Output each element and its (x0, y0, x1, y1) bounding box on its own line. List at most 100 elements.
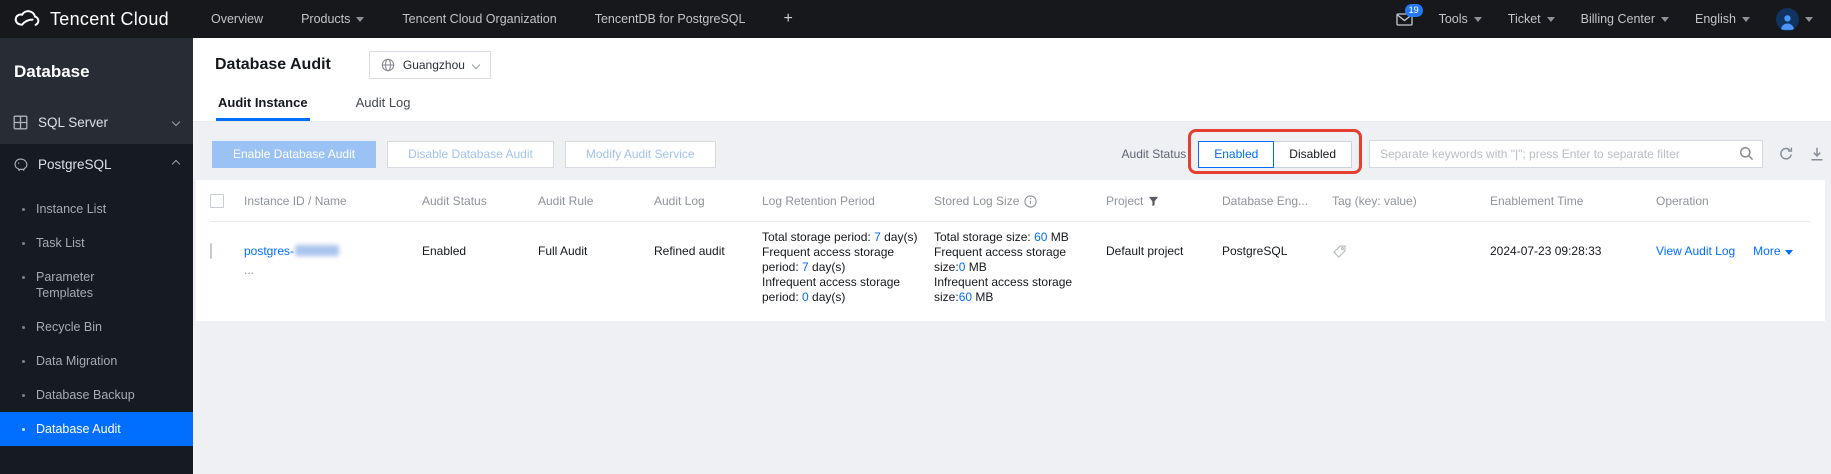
audit-log-cell: Refined audit (654, 244, 725, 258)
chevron-down-icon (171, 117, 181, 127)
sidebar-item-database-backup[interactable]: Database Backup (0, 378, 193, 412)
chevron-up-icon (171, 159, 181, 169)
audit-status-cell: Enabled (422, 244, 467, 258)
sidebar-item-instance-list[interactable]: Instance List (0, 192, 193, 226)
col-audit-log: Audit Log (654, 194, 705, 208)
chevron-down-icon (1661, 16, 1669, 22)
sidebar-item-task-list[interactable]: Task List (0, 226, 193, 260)
disable-database-audit-button[interactable]: Disable Database Audit (387, 140, 554, 168)
bullet-dot-icon (22, 242, 25, 245)
status-disabled-button[interactable]: Disabled (1273, 140, 1352, 168)
enablement-time-cell: 2024-07-23 09:28:33 (1490, 244, 1602, 258)
enable-database-audit-button[interactable]: Enable Database Audit (212, 140, 377, 168)
bullet-dot-icon (22, 428, 25, 431)
tab-audit-log[interactable]: Audit Log (354, 89, 413, 121)
masked-text (295, 245, 340, 256)
col-project: Project (1106, 180, 1222, 221)
col-audit-status: Audit Status (422, 194, 487, 208)
top-nav-tencentdb-postgresql[interactable]: TencentDB for PostgreSQL (595, 12, 746, 26)
tab-audit-instance[interactable]: Audit Instance (216, 89, 310, 121)
toolbar: Enable Database Audit Disable Database A… (196, 128, 1825, 174)
language-menu[interactable]: English (1695, 12, 1750, 26)
download-icon[interactable] (1809, 146, 1825, 162)
col-enablement-time: Enablement Time (1490, 194, 1584, 208)
row-checkbox[interactable] (210, 243, 212, 259)
tab-bar: Audit Instance Audit Log (193, 89, 1831, 121)
sidebar-item-database-audit[interactable]: Database Audit (0, 412, 193, 446)
search-icon[interactable] (1739, 146, 1754, 161)
account-menu[interactable] (1776, 7, 1813, 31)
sidebar-item-recycle-bin[interactable]: Recycle Bin (0, 310, 193, 344)
sidebar-item-data-migration[interactable]: Data Migration (0, 344, 193, 378)
col-log-retention-period: Log Retention Period (762, 194, 875, 208)
modify-audit-service-button[interactable]: Modify Audit Service (564, 140, 716, 168)
grid-icon (13, 115, 28, 130)
topbar-right: 19 Tools Ticket Billing Center English (1395, 3, 1813, 31)
col-audit-rule: Audit Rule (538, 194, 594, 208)
audit-rule-cell: Full Audit (538, 244, 588, 258)
chevron-down-icon (1546, 16, 1555, 22)
tools-menu[interactable]: Tools (1439, 12, 1482, 26)
messages-button[interactable]: 19 (1395, 3, 1423, 26)
top-nav-organization[interactable]: Tencent Cloud Organization (402, 12, 556, 26)
sidebar-group-sql-server[interactable]: SQL Server (0, 102, 193, 142)
col-instance-id-name: Instance ID / Name (244, 194, 347, 208)
chevron-down-icon (471, 60, 481, 70)
top-nav: Overview Products Tencent Cloud Organiza… (211, 10, 793, 28)
sidebar-items: Instance List Task List Parameter Templa… (0, 184, 193, 446)
sidebar-title: Database (14, 62, 90, 81)
info-icon[interactable] (1024, 194, 1038, 208)
audit-status-label: Audit Status (1121, 147, 1187, 161)
bullet-dot-icon (22, 360, 25, 363)
audit-status-toggle: Enabled Disabled (1188, 128, 1362, 174)
database-engine-cell: PostgreSQL (1222, 244, 1288, 258)
col-stored-log-size: Stored Log Size (934, 180, 1106, 221)
instance-link[interactable]: postgres- (244, 244, 340, 258)
chevron-down-icon (1473, 16, 1482, 22)
chevron-down-icon (1784, 250, 1793, 255)
billing-center-menu[interactable]: Billing Center (1581, 12, 1669, 26)
stored-log-size-cell: Total storage size: 60 MB Frequent access… (934, 230, 1073, 304)
bullet-dot-icon (22, 208, 25, 211)
top-nav-overview[interactable]: Overview (211, 12, 263, 26)
page-title: Database Audit (215, 56, 331, 73)
project-cell: Default project (1106, 244, 1184, 258)
status-enabled-button[interactable]: Enabled (1198, 140, 1275, 168)
table-header-row: Instance ID / Name Audit Status Audit Ru… (210, 180, 1811, 222)
search-input[interactable] (1369, 140, 1763, 168)
cloud-logo-icon (12, 8, 42, 30)
instance-name: ... (244, 263, 255, 277)
tag-icon (1332, 244, 1478, 259)
tencent-cloud-logo[interactable]: Tencent Cloud (12, 8, 169, 30)
ticket-menu[interactable]: Ticket (1508, 12, 1555, 26)
region-selector[interactable]: Guangzhou (368, 51, 491, 79)
topbar: Tencent Cloud Overview Products Tencent … (0, 0, 1831, 38)
table-row: postgres- ... Enabled Full Audit Refined… (210, 222, 1811, 321)
brand-text: Tencent Cloud (50, 8, 169, 29)
message-count-badge: 19 (1404, 3, 1423, 17)
more-dropdown[interactable]: More (1753, 244, 1793, 259)
filter-icon[interactable] (1148, 196, 1159, 207)
postgresql-icon (13, 157, 28, 172)
view-audit-log-link[interactable]: View Audit Log (1656, 244, 1735, 259)
add-tab-button[interactable]: + (783, 10, 792, 28)
bullet-dot-icon (22, 276, 25, 279)
sidebar: Database SQL Server PostgreSQL Instance … (0, 38, 193, 474)
refresh-icon[interactable] (1778, 146, 1794, 162)
avatar (1776, 7, 1799, 31)
bullet-dot-icon (22, 326, 25, 329)
sidebar-item-parameter-templates[interactable]: Parameter Templates (0, 260, 193, 310)
log-retention-cell: Total storage period: 7 day(s) Frequent a… (762, 230, 918, 304)
chevron-down-icon (1805, 16, 1813, 22)
top-nav-products[interactable]: Products (301, 12, 365, 26)
col-operation: Operation (1656, 194, 1709, 208)
select-all-checkbox[interactable] (210, 194, 224, 208)
globe-icon (381, 58, 395, 72)
page-header: Database Audit Guangzhou Audit Instance … (193, 38, 1831, 122)
chevron-down-icon (356, 16, 365, 22)
chevron-down-icon (1742, 16, 1750, 22)
audit-instance-table: Instance ID / Name Audit Status Audit Ru… (196, 180, 1825, 321)
sidebar-group-postgresql[interactable]: PostgreSQL (0, 144, 193, 184)
bullet-dot-icon (22, 394, 25, 397)
tag-cell (1332, 222, 1490, 321)
